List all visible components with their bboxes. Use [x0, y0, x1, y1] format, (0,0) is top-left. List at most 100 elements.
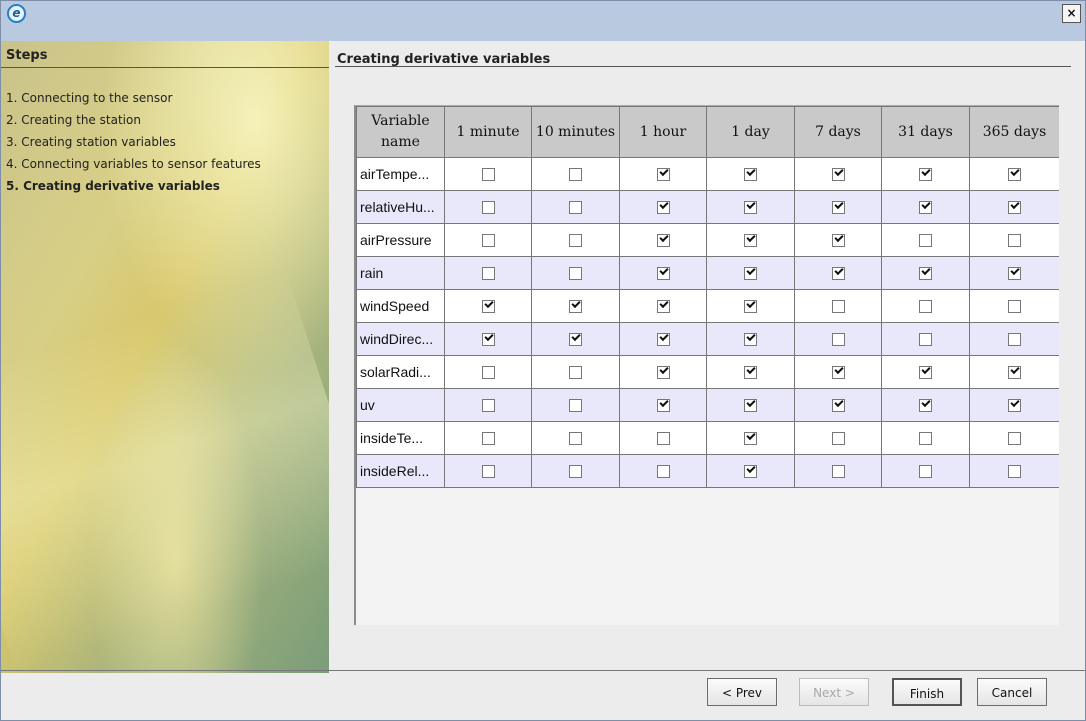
interval-checkbox[interactable] — [569, 398, 582, 412]
interval-checkbox[interactable] — [744, 431, 757, 445]
prev-button[interactable]: < Prev — [707, 678, 777, 706]
variable-name-cell: uv — [356, 388, 445, 422]
interval-checkbox[interactable] — [919, 266, 932, 280]
interval-checkbox[interactable] — [919, 398, 932, 412]
interval-checkbox[interactable] — [481, 464, 495, 478]
interval-checkbox[interactable] — [569, 431, 582, 445]
close-button[interactable]: × — [1062, 4, 1081, 23]
checkbox-cell — [794, 355, 882, 389]
cancel-button[interactable]: Cancel — [977, 678, 1047, 706]
checkbox-cell — [794, 289, 882, 323]
interval-checkbox[interactable] — [1008, 266, 1021, 280]
interval-checkbox[interactable] — [744, 398, 757, 412]
column-header-1-hour: 1 hour — [619, 106, 707, 158]
checkbox-cell — [794, 421, 882, 455]
interval-checkbox[interactable] — [1008, 332, 1021, 346]
interval-checkbox[interactable] — [919, 233, 932, 247]
interval-checkbox[interactable] — [481, 398, 495, 412]
interval-checkbox[interactable] — [919, 365, 932, 379]
interval-checkbox[interactable] — [1008, 167, 1021, 181]
interval-checkbox[interactable] — [656, 266, 670, 280]
interval-checkbox[interactable] — [919, 464, 932, 478]
interval-checkbox[interactable] — [481, 233, 495, 247]
interval-checkbox[interactable] — [919, 200, 932, 214]
interval-checkbox[interactable] — [744, 167, 757, 181]
interval-checkbox[interactable] — [569, 167, 582, 181]
interval-checkbox[interactable] — [1008, 200, 1021, 214]
interval-checkbox[interactable] — [919, 167, 932, 181]
interval-checkbox[interactable] — [656, 200, 670, 214]
checkbox-cell — [794, 388, 882, 422]
table-row: airTempe... — [356, 157, 1059, 191]
interval-checkbox[interactable] — [656, 299, 670, 313]
interval-checkbox[interactable] — [569, 365, 582, 379]
interval-checkbox[interactable] — [569, 233, 582, 247]
checkbox-cell — [794, 223, 882, 257]
interval-checkbox[interactable] — [569, 332, 582, 346]
interval-checkbox[interactable] — [744, 299, 757, 313]
interval-checkbox[interactable] — [1008, 431, 1021, 445]
interval-checkbox[interactable] — [481, 266, 495, 280]
interval-checkbox[interactable] — [744, 233, 757, 247]
interval-checkbox[interactable] — [831, 464, 845, 478]
checkbox-cell — [706, 322, 795, 356]
interval-checkbox[interactable] — [569, 200, 582, 214]
interval-checkbox[interactable] — [1008, 299, 1021, 313]
interval-checkbox[interactable] — [744, 332, 757, 346]
checkbox-cell — [531, 355, 620, 389]
interval-checkbox[interactable] — [831, 266, 845, 280]
checkbox-cell — [531, 322, 620, 356]
step-item: 4. Connecting variables to sensor featur… — [6, 157, 261, 171]
next-button[interactable]: Next > — [799, 678, 869, 706]
interval-checkbox[interactable] — [481, 167, 495, 181]
interval-checkbox[interactable] — [919, 431, 932, 445]
interval-checkbox[interactable] — [656, 431, 670, 445]
interval-checkbox[interactable] — [656, 167, 670, 181]
interval-checkbox[interactable] — [744, 266, 757, 280]
interval-checkbox[interactable] — [481, 299, 495, 313]
checkbox-cell — [969, 157, 1059, 191]
checkbox-cell — [531, 421, 620, 455]
interval-checkbox[interactable] — [656, 233, 670, 247]
interval-checkbox[interactable] — [831, 299, 845, 313]
interval-checkbox[interactable] — [919, 332, 932, 346]
column-header-10-minutes: 10 minutes — [531, 106, 620, 158]
interval-checkbox[interactable] — [831, 332, 845, 346]
checkbox-cell — [619, 322, 707, 356]
interval-checkbox[interactable] — [481, 200, 495, 214]
column-header-7-days: 7 days — [794, 106, 882, 158]
interval-checkbox[interactable] — [831, 167, 845, 181]
finish-button[interactable]: Finish — [892, 678, 962, 706]
interval-checkbox[interactable] — [569, 299, 582, 313]
interval-checkbox[interactable] — [744, 464, 757, 478]
checkbox-cell — [794, 322, 882, 356]
interval-checkbox[interactable] — [831, 365, 845, 379]
interval-checkbox[interactable] — [656, 398, 670, 412]
interval-checkbox[interactable] — [831, 431, 845, 445]
interval-checkbox[interactable] — [744, 200, 757, 214]
checkbox-cell — [881, 289, 970, 323]
interval-checkbox[interactable] — [569, 464, 582, 478]
interval-checkbox[interactable] — [744, 365, 757, 379]
interval-checkbox[interactable] — [481, 431, 495, 445]
interval-checkbox[interactable] — [919, 299, 932, 313]
derivative-variables-table: Variable name 1 minute 10 minutes 1 hour… — [354, 105, 1059, 625]
interval-checkbox[interactable] — [481, 332, 495, 346]
checkbox-cell — [881, 256, 970, 290]
interval-checkbox[interactable] — [1008, 464, 1021, 478]
interval-checkbox[interactable] — [656, 332, 670, 346]
interval-checkbox[interactable] — [656, 464, 670, 478]
checkbox-cell — [969, 190, 1059, 224]
interval-checkbox[interactable] — [481, 365, 495, 379]
interval-checkbox[interactable] — [1008, 233, 1021, 247]
interval-checkbox[interactable] — [831, 233, 845, 247]
interval-checkbox[interactable] — [831, 398, 845, 412]
interval-checkbox[interactable] — [1008, 365, 1021, 379]
variable-name-cell: relativeHu... — [356, 190, 445, 224]
interval-checkbox[interactable] — [656, 365, 670, 379]
checkbox-cell — [969, 355, 1059, 389]
checkbox-cell — [444, 421, 532, 455]
interval-checkbox[interactable] — [831, 200, 845, 214]
interval-checkbox[interactable] — [569, 266, 582, 280]
interval-checkbox[interactable] — [1008, 398, 1021, 412]
